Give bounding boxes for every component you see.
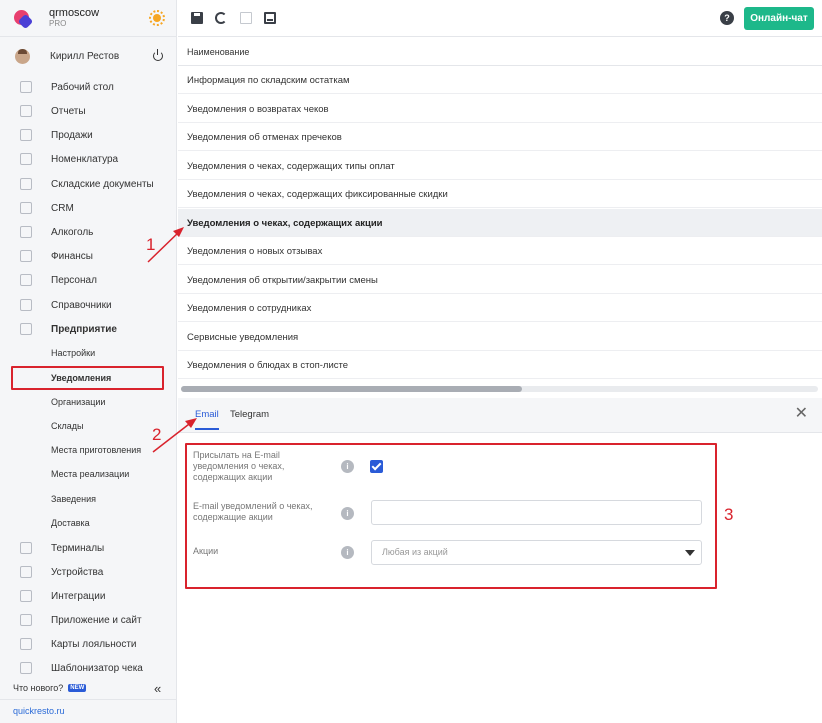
sidebar-subitem-sale-places[interactable]: Места реализации [51, 469, 129, 479]
sidebar-item-devices[interactable]: Устройства [0, 565, 177, 579]
building-icon [20, 323, 32, 335]
sidebar-item-loyalty-cards[interactable]: Карты лояльности [0, 637, 177, 651]
sidebar-item-nomenclature[interactable]: Номенклатура [0, 152, 177, 166]
sidebar-item-sales[interactable]: Продажи [0, 128, 177, 142]
sidebar-subitem-cooking-places[interactable]: Места приготовления [51, 445, 141, 455]
brand-header[interactable]: qrmoscow PRO [0, 0, 177, 37]
whats-new-label: Что нового? [13, 683, 64, 693]
sidebar: qrmoscow PRO Кирилл Рестов Рабочий стол … [0, 0, 177, 723]
copy-icon[interactable] [240, 12, 252, 24]
toolbar: ? Онлайн-чат [178, 0, 822, 37]
table-row[interactable]: Информация по складским остаткам [178, 66, 822, 94]
column-header-name[interactable]: Наименование [187, 47, 249, 57]
book-icon [20, 299, 32, 311]
scrollbar-thumb[interactable] [181, 386, 522, 392]
sidebar-subitem-settings[interactable]: Настройки [51, 348, 95, 358]
brand-name: qrmoscow [49, 7, 100, 19]
table-row[interactable]: Уведомления о новых отзывах [178, 237, 822, 265]
promo-label: Акции [193, 546, 219, 556]
send-email-checkbox[interactable] [370, 460, 383, 473]
whats-new-link[interactable]: Что нового? NEW [13, 683, 87, 693]
annotation-box-notifications [11, 366, 164, 390]
table-row[interactable]: Уведомления об отменах пречеков [178, 123, 822, 151]
sidebar-item-integrations[interactable]: Интеграции [0, 589, 177, 603]
table-row[interactable]: Уведомления о сотрудниках [178, 294, 822, 322]
sidebar-subitem-organizations[interactable]: Организации [51, 397, 105, 407]
chart-icon [20, 105, 32, 117]
refresh-icon[interactable] [215, 12, 227, 24]
help-icon[interactable]: ? [720, 11, 734, 25]
glass-icon [20, 226, 32, 238]
table-header: Наименование [178, 38, 822, 66]
person-icon [20, 274, 32, 286]
user-profile[interactable]: Кирилл Рестов [0, 44, 177, 68]
chevron-down-icon [685, 550, 695, 556]
link-icon [20, 590, 32, 602]
sidebar-item-enterprise[interactable]: Предприятие [0, 322, 177, 336]
email-field-label: E-mail уведомлений о чеках, содержащие а… [193, 501, 313, 522]
table-row[interactable]: Уведомления о чеках, содержащих фиксиров… [178, 180, 822, 208]
tag-icon [20, 153, 32, 165]
promo-select[interactable]: Любая из акций [371, 540, 702, 565]
table-row[interactable]: Уведомления о возвратах чеков [178, 95, 822, 123]
callout-1: 1 [146, 235, 156, 254]
card-icon [20, 638, 32, 650]
new-badge: NEW [68, 684, 87, 692]
sidebar-item-receipt-template[interactable]: Шаблонизатор чека [0, 661, 177, 675]
inbox-icon[interactable] [264, 12, 276, 24]
dashboard-icon [20, 81, 32, 93]
receipt-icon [20, 662, 32, 674]
info-icon[interactable]: i [341, 546, 354, 559]
cart-icon [20, 129, 32, 141]
detail-tabs: Email Telegram ✕ [178, 398, 822, 433]
info-icon[interactable]: i [341, 507, 354, 520]
brand-logo [13, 8, 34, 30]
theme-sun-icon[interactable] [149, 10, 165, 26]
printer-icon [20, 566, 32, 578]
sidebar-item-reports[interactable]: Отчеты [0, 104, 177, 118]
callout-2: 2 [152, 425, 162, 444]
sidebar-footer-divider [0, 699, 177, 700]
people-icon [20, 202, 32, 214]
avatar [15, 48, 30, 64]
promo-select-value: Любая из акций [382, 547, 448, 557]
sidebar-item-crm[interactable]: CRM [0, 201, 177, 215]
close-icon[interactable]: ✕ [795, 406, 808, 422]
send-email-label: Присылать на E-mail уведомления о чеках,… [193, 450, 285, 482]
horizontal-scrollbar[interactable] [181, 386, 818, 392]
table-row[interactable]: Сервисные уведомления [178, 323, 822, 351]
collapse-sidebar-icon[interactable]: « [154, 681, 161, 696]
wallet-icon [20, 250, 32, 262]
site-link[interactable]: quickresto.ru [13, 706, 65, 716]
user-name: Кирилл Рестов [50, 50, 120, 62]
sidebar-item-app-site[interactable]: Приложение и сайт [0, 613, 177, 627]
sidebar-subitem-warehouses[interactable]: Склады [51, 421, 84, 431]
info-icon[interactable]: i [341, 460, 354, 473]
sidebar-item-dashboard[interactable]: Рабочий стол [0, 80, 177, 94]
power-icon[interactable] [153, 49, 163, 61]
sidebar-subitem-venues[interactable]: Заведения [51, 494, 96, 504]
globe-icon [20, 614, 32, 626]
brand-plan: PRO [49, 19, 67, 28]
email-field[interactable] [371, 500, 702, 525]
callout-3: 3 [724, 505, 734, 524]
table-row[interactable]: Уведомления о чеках, содержащих типы опл… [178, 152, 822, 180]
table-row[interactable]: Уведомления о блюдах в стоп-листе [178, 351, 822, 379]
box-icon [20, 178, 32, 190]
tab-email[interactable]: Email [195, 409, 219, 420]
tab-telegram[interactable]: Telegram [230, 409, 269, 420]
sidebar-item-staff[interactable]: Персонал [0, 273, 177, 287]
active-tab-underline [195, 428, 219, 430]
sidebar-item-warehouse-docs[interactable]: Складские документы [0, 177, 177, 191]
sidebar-item-terminals[interactable]: Терминалы [0, 541, 177, 555]
sidebar-subitem-delivery[interactable]: Доставка [51, 518, 90, 528]
table-row[interactable]: Уведомления об открытии/закрытии смены [178, 266, 822, 294]
terminal-icon [20, 542, 32, 554]
table-row-selected[interactable]: Уведомления о чеках, содержащих акции [178, 209, 822, 237]
save-icon[interactable] [191, 12, 203, 24]
online-chat-button[interactable]: Онлайн-чат [744, 7, 814, 30]
sidebar-item-references[interactable]: Справочники [0, 298, 177, 312]
